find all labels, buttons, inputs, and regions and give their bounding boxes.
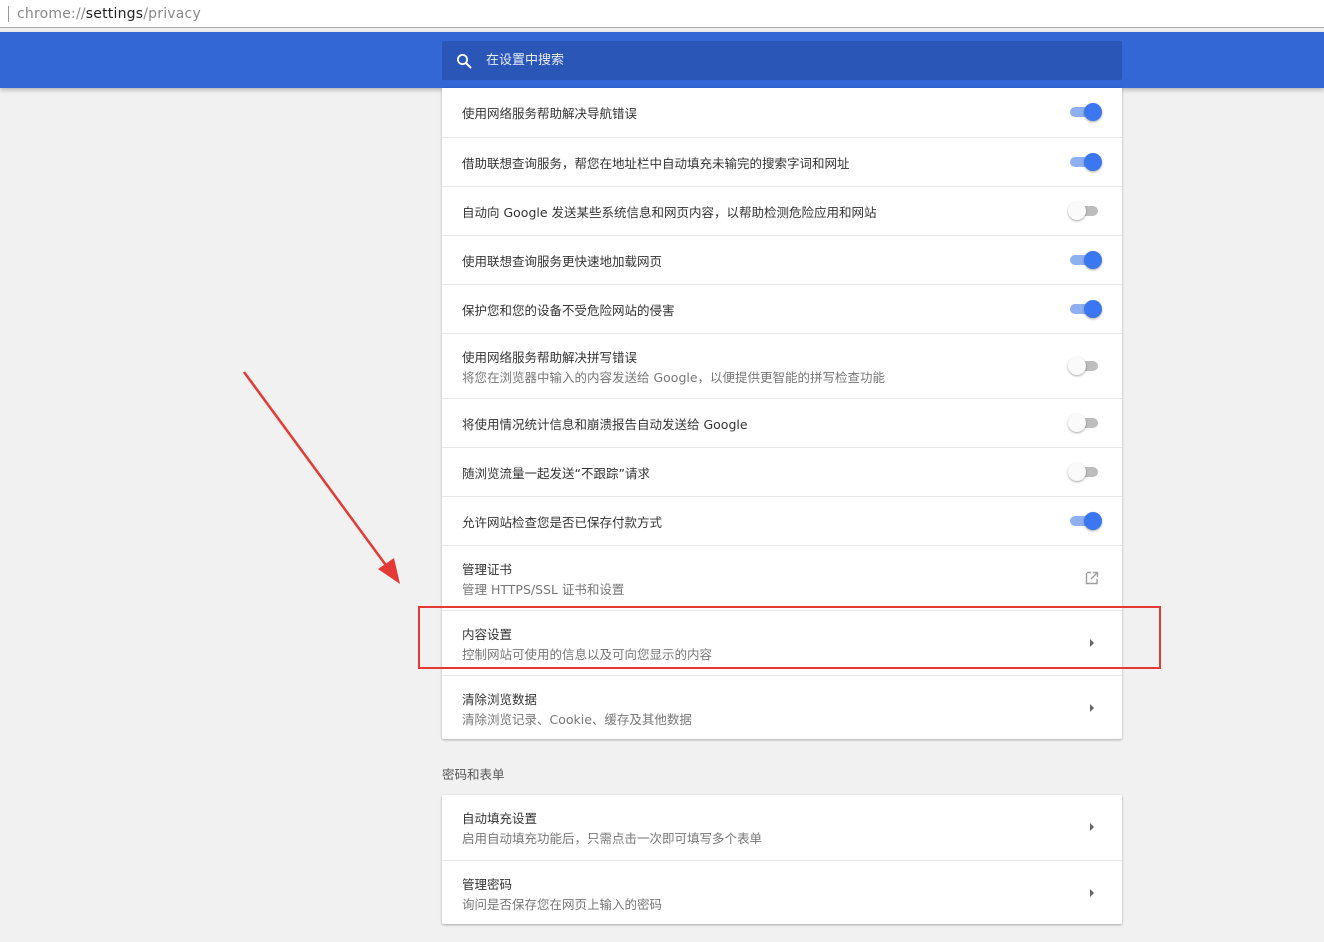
toggle-switch-on[interactable] bbox=[1068, 153, 1102, 171]
section-title-passwords: 密码和表单 bbox=[442, 767, 505, 782]
url-host: settings bbox=[85, 5, 144, 22]
row-autocomplete-searches[interactable]: 借助联想查询服务，帮您在地址栏中自动填充未输完的搜索字词和网址 bbox=[442, 137, 1122, 186]
row-label: 使用网络服务帮助解决导航错误 bbox=[462, 106, 638, 121]
row-label: 使用网络服务帮助解决拼写错误 bbox=[462, 350, 638, 365]
chevron-right-icon[interactable] bbox=[1088, 822, 1096, 832]
row-payment-methods[interactable]: 允许网站检查您是否已保存付款方式 bbox=[442, 496, 1122, 545]
row-sublabel: 控制网站可使用的信息以及可向您显示的内容 bbox=[462, 647, 713, 662]
toggle-switch-on[interactable] bbox=[1068, 512, 1102, 530]
row-label: 清除浏览数据 bbox=[462, 692, 538, 707]
row-label: 内容设置 bbox=[462, 627, 513, 642]
toggle-switch-off[interactable] bbox=[1068, 202, 1102, 220]
row-manage-passwords[interactable]: 管理密码 询问是否保存您在网页上输入的密码 bbox=[442, 860, 1122, 924]
url-path: /privacy bbox=[143, 5, 201, 22]
row-label: 管理密码 bbox=[462, 877, 513, 892]
search-box[interactable] bbox=[442, 41, 1122, 80]
row-sublabel: 清除浏览记录、Cookie、缓存及其他数据 bbox=[462, 712, 692, 727]
row-safe-browsing-reports[interactable]: 自动向 Google 发送某些系统信息和网页内容，以帮助检测危险应用和网站 bbox=[442, 186, 1122, 235]
toggle-switch-on[interactable] bbox=[1068, 103, 1102, 121]
row-label: 借助联想查询服务，帮您在地址栏中自动填充未输完的搜索字词和网址 bbox=[462, 156, 850, 171]
row-spelling-service[interactable]: 使用网络服务帮助解决拼写错误 将您在浏览器中输入的内容发送给 Google，以便… bbox=[442, 333, 1122, 398]
row-sublabel: 启用自动填充功能后，只需点击一次即可填写多个表单 bbox=[462, 831, 763, 846]
row-prefetch-pages[interactable]: 使用联想查询服务更快速地加载网页 bbox=[442, 235, 1122, 284]
row-label: 使用联想查询服务更快速地加载网页 bbox=[462, 254, 663, 269]
row-sublabel: 将您在浏览器中输入的内容发送给 Google，以便提供更智能的拼写检查功能 bbox=[462, 370, 886, 385]
row-label: 自动向 Google 发送某些系统信息和网页内容，以帮助检测危险应用和网站 bbox=[462, 205, 877, 220]
toggle-switch-off[interactable] bbox=[1068, 463, 1102, 481]
toggle-switch-on[interactable] bbox=[1068, 300, 1102, 318]
row-label: 随浏览流量一起发送“不跟踪”请求 bbox=[462, 466, 650, 481]
row-sublabel: 询问是否保存您在网页上输入的密码 bbox=[462, 897, 663, 912]
address-bar[interactable]: chrome://settings/privacy bbox=[0, 0, 1324, 28]
row-sublabel: 管理 HTTPS/SSL 证书和设置 bbox=[462, 582, 625, 597]
settings-header bbox=[0, 32, 1324, 88]
search-icon bbox=[457, 53, 472, 68]
row-navigation-errors[interactable]: 使用网络服务帮助解决导航错误 bbox=[442, 88, 1122, 137]
toggle-switch-off[interactable] bbox=[1068, 414, 1102, 432]
chevron-right-icon[interactable] bbox=[1088, 638, 1096, 648]
row-label: 自动填充设置 bbox=[462, 811, 538, 826]
search-input[interactable] bbox=[486, 53, 1086, 68]
passwords-card: 自动填充设置 启用自动填充功能后，只需点击一次即可填写多个表单 管理密码 询问是… bbox=[442, 795, 1122, 924]
chevron-right-icon[interactable] bbox=[1088, 888, 1096, 898]
row-content-settings[interactable]: 内容设置 控制网站可使用的信息以及可向您显示的内容 bbox=[442, 610, 1122, 675]
privacy-card: 使用网络服务帮助解决导航错误 借助联想查询服务，帮您在地址栏中自动填充未输完的搜… bbox=[442, 88, 1122, 739]
row-label: 管理证书 bbox=[462, 562, 513, 577]
row-label: 允许网站检查您是否已保存付款方式 bbox=[462, 515, 663, 530]
row-safe-browsing[interactable]: 保护您和您的设备不受危险网站的侵害 bbox=[442, 284, 1122, 333]
external-link-icon[interactable] bbox=[1084, 570, 1100, 586]
row-manage-certificates[interactable]: 管理证书 管理 HTTPS/SSL 证书和设置 bbox=[442, 545, 1122, 610]
chevron-right-icon[interactable] bbox=[1088, 703, 1096, 713]
toggle-switch-off[interactable] bbox=[1068, 357, 1102, 375]
row-autofill-settings[interactable]: 自动填充设置 启用自动填充功能后，只需点击一次即可填写多个表单 bbox=[442, 795, 1122, 860]
row-label: 将使用情况统计信息和崩溃报告自动发送给 Google bbox=[462, 417, 748, 432]
row-usage-statistics[interactable]: 将使用情况统计信息和崩溃报告自动发送给 Google bbox=[442, 398, 1122, 447]
row-label: 保护您和您的设备不受危险网站的侵害 bbox=[462, 303, 675, 318]
row-do-not-track[interactable]: 随浏览流量一起发送“不跟踪”请求 bbox=[442, 447, 1122, 496]
url-text[interactable]: chrome://settings/privacy bbox=[17, 6, 201, 22]
row-clear-browsing-data[interactable]: 清除浏览数据 清除浏览记录、Cookie、缓存及其他数据 bbox=[442, 675, 1122, 739]
toggle-switch-on[interactable] bbox=[1068, 251, 1102, 269]
text-caret bbox=[8, 5, 9, 22]
url-scheme: chrome:// bbox=[17, 5, 86, 22]
